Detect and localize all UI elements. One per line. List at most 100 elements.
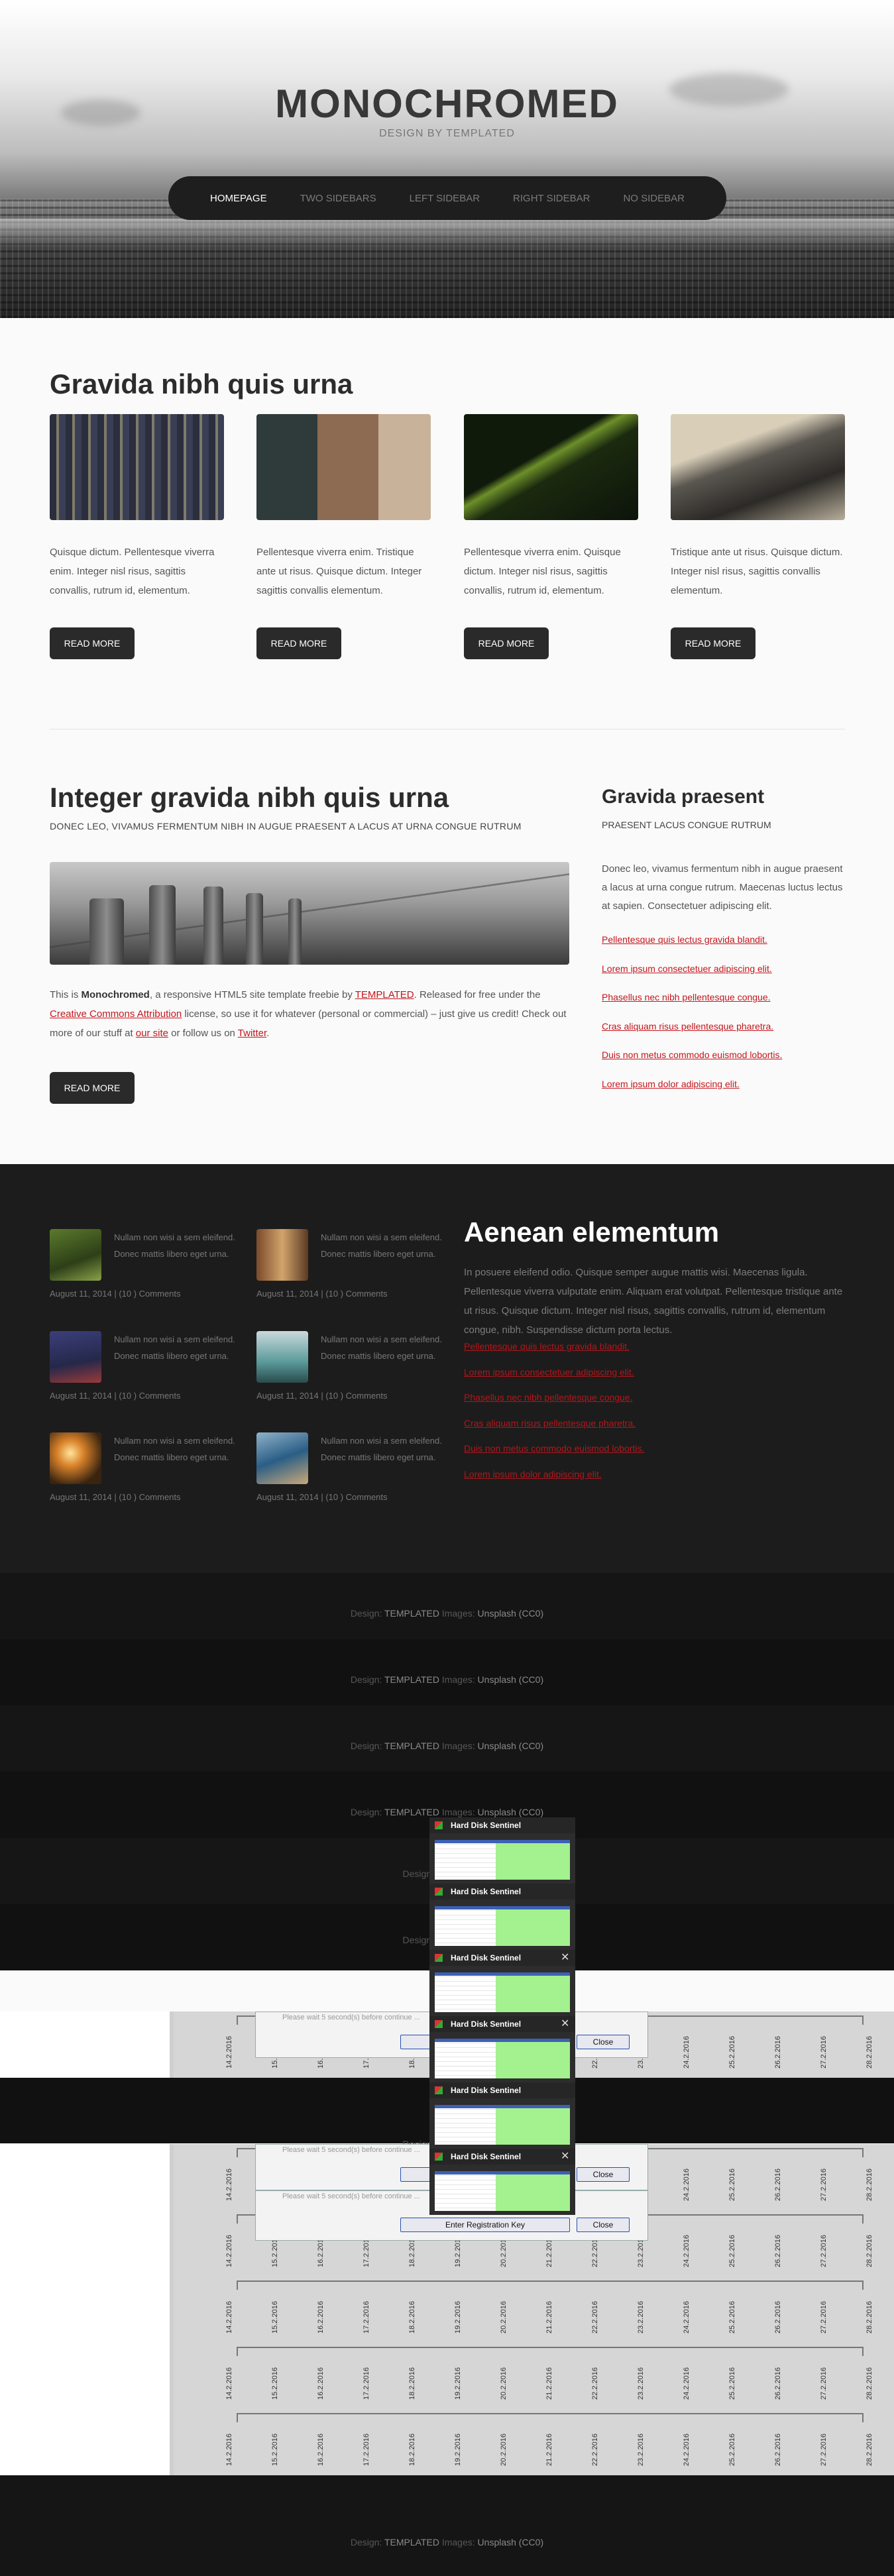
templated-credit-link[interactable]: TEMPLATED bbox=[384, 1608, 439, 1619]
hds-preview-thumbnail[interactable] bbox=[435, 2105, 570, 2145]
read-more-button[interactable]: READ MORE bbox=[671, 627, 755, 659]
enter-registration-key-button[interactable]: Enter Registration Key bbox=[400, 2218, 570, 2232]
sidebar-link[interactable]: Lorem ipsum dolor adipiscing elit. bbox=[602, 1079, 740, 1089]
license-link[interactable]: Creative Commons Attribution bbox=[50, 1008, 182, 1020]
timeline-date: 26.2.2016 bbox=[774, 2169, 782, 2201]
hds-preview-thumbnail[interactable] bbox=[435, 1840, 570, 1880]
feature-text: Pellentesque viverra enim. Quisque dictu… bbox=[464, 547, 621, 596]
sidebar-link[interactable]: Duis non metus commodo euismod lobortis. bbox=[602, 1049, 782, 1060]
dark-link[interactable]: Lorem ipsum consectetuer adipiscing elit… bbox=[464, 1367, 634, 1377]
timeline-date: 18.2.2016 bbox=[408, 2301, 416, 2334]
post-meta: August 11, 2014 | (10 ) Comments bbox=[50, 1492, 181, 1502]
templated-credit-link[interactable]: TEMPLATED bbox=[384, 2537, 439, 2548]
unsplash-credit-link[interactable]: Unsplash (CC0) bbox=[478, 1741, 544, 1751]
timeline-date: 24.2.2016 bbox=[683, 2434, 691, 2466]
close-icon[interactable]: ✕ bbox=[561, 1951, 569, 1964]
templated-credit-link[interactable]: TEMPLATED bbox=[384, 1741, 439, 1751]
timeline-date: 27.2.2016 bbox=[820, 2301, 828, 2334]
timeline-left-pane bbox=[0, 2277, 174, 2343]
timeline-date: 24.2.2016 bbox=[683, 2169, 691, 2201]
hds-preview-thumbnail[interactable] bbox=[435, 2171, 570, 2211]
post-thumb-cablecar[interactable] bbox=[256, 1331, 308, 1383]
timeline-date: 14.2.2016 bbox=[225, 2235, 233, 2267]
close-icon[interactable]: ✕ bbox=[561, 2017, 569, 2030]
timeline-date: 21.2.2016 bbox=[545, 2301, 553, 2334]
templated-credit-link[interactable]: TEMPLATED bbox=[384, 1807, 439, 1817]
dark-link[interactable]: Duis non metus commodo euismod lobortis. bbox=[464, 1443, 644, 1454]
nav-item-no-sidebar[interactable]: NO SIDEBAR bbox=[606, 193, 701, 204]
hds-window[interactable]: Hard Disk Sentinel bbox=[429, 2082, 575, 2149]
feature-image-rails[interactable] bbox=[671, 414, 845, 520]
site-title[interactable]: MONOCHROMED bbox=[0, 81, 894, 127]
hds-window[interactable]: Hard Disk Sentinel ✕ bbox=[429, 2149, 575, 2215]
timeline-date: 24.2.2016 bbox=[683, 2301, 691, 2334]
unsplash-credit-link[interactable]: Unsplash (CC0) bbox=[478, 1807, 544, 1817]
post-thumb-alley[interactable] bbox=[256, 1229, 308, 1281]
sidebar-link[interactable]: Phasellus nec nibh pellentesque congue. bbox=[602, 992, 771, 1002]
hds-preview-thumbnail[interactable] bbox=[435, 1972, 570, 2012]
read-more-button[interactable]: READ MORE bbox=[464, 627, 549, 659]
sidebar-link[interactable]: Lorem ipsum consectetuer adipiscing elit… bbox=[602, 963, 772, 974]
dark-link[interactable]: Pellentesque quis lectus gravida blandit… bbox=[464, 1341, 630, 1352]
close-button[interactable]: Close bbox=[577, 2035, 630, 2049]
dark-link[interactable]: Phasellus nec nibh pellentesque congue. bbox=[464, 1392, 633, 1403]
sidebar-link-item: Lorem ipsum consectetuer adipiscing elit… bbox=[602, 963, 782, 993]
close-button[interactable]: Close bbox=[577, 2218, 630, 2232]
dark-link[interactable]: Lorem ipsum dolor adipiscing elit. bbox=[464, 1469, 602, 1479]
post-thumb-forest[interactable] bbox=[50, 1229, 101, 1281]
feature-text: Quisque dictum. Pellentesque viverra eni… bbox=[50, 547, 215, 596]
features-title: Gravida nibh quis urna bbox=[50, 368, 353, 400]
nav-item-two-sidebars[interactable]: TWO SIDEBARS bbox=[284, 193, 393, 204]
feature-image-grass[interactable] bbox=[464, 414, 638, 520]
dialog-wait-text: Please wait 5 second(s) before continue … bbox=[282, 2146, 420, 2154]
close-icon[interactable]: ✕ bbox=[561, 2149, 569, 2163]
post-thumb-coast[interactable] bbox=[256, 1432, 308, 1484]
nav-item-left-sidebar[interactable]: LEFT SIDEBAR bbox=[393, 193, 496, 204]
feature-image-street[interactable] bbox=[256, 414, 431, 520]
timeline-row: 14.2.2016 15.2.2016 16.2.2016 17.2.2016 18.2… bbox=[0, 2409, 894, 2475]
post-text: Nullam non wisi a sem eleifend. Donec ma… bbox=[321, 1334, 442, 1361]
unsplash-credit-link[interactable]: Unsplash (CC0) bbox=[478, 1674, 544, 1685]
feature-image-building[interactable] bbox=[50, 414, 224, 520]
dark-link-item: Lorem ipsum dolor adipiscing elit. bbox=[464, 1469, 644, 1495]
our-site-link[interactable]: our site bbox=[136, 1028, 168, 1039]
read-more-button[interactable]: READ MORE bbox=[256, 627, 341, 659]
templated-credit-link[interactable]: TEMPLATED bbox=[384, 1674, 439, 1685]
sidebar-link[interactable]: Pellentesque quis lectus gravida blandit… bbox=[602, 934, 767, 945]
hds-window[interactable]: Hard Disk Sentinel ✕ bbox=[429, 2016, 575, 2082]
footer-credit: Design: TEMPLATED Images: Unsplash (CC0) bbox=[0, 1674, 894, 1685]
dark-link[interactable]: Cras aliquam risus pellentesque pharetra… bbox=[464, 1418, 636, 1428]
nav-item-homepage[interactable]: HOMEPAGE bbox=[194, 193, 284, 204]
read-more-button[interactable]: READ MORE bbox=[50, 1072, 135, 1104]
hds-window[interactable]: Hard Disk Sentinel bbox=[429, 1884, 575, 1950]
post-text: Nullam non wisi a sem eleifend. Donec ma… bbox=[114, 1232, 235, 1259]
post-thumb-sunset[interactable] bbox=[50, 1432, 101, 1484]
main-body-text: This is Monochromed, a responsive HTML5 … bbox=[50, 985, 569, 1043]
main-body-bold: Monochromed bbox=[81, 989, 150, 1000]
hds-preview-thumbnail[interactable] bbox=[435, 1906, 570, 1946]
sidebar-link-item: Duis non metus commodo euismod lobortis. bbox=[602, 1049, 782, 1079]
sidebar-link[interactable]: Cras aliquam risus pellentesque pharetra… bbox=[602, 1021, 773, 1032]
timeline-date-labels: 14.2.2016 15.2.2016 16.2.2016 17.2.2016 18.2… bbox=[225, 2426, 875, 2466]
timeline-date: 19.2.2016 bbox=[454, 2301, 462, 2334]
sidebar-subtitle: PRAESENT LACUS CONGUE RUTRUM bbox=[602, 820, 771, 830]
templated-link[interactable]: TEMPLATED bbox=[355, 989, 414, 1000]
hds-window[interactable]: Hard Disk Sentinel ✕ bbox=[429, 1950, 575, 2016]
timeline-date: 25.2.2016 bbox=[728, 2367, 736, 2400]
timeline-date: 28.2.2016 bbox=[866, 2036, 873, 2068]
main-nav: HOMEPAGE TWO SIDEBARS LEFT SIDEBAR RIGHT… bbox=[168, 176, 726, 220]
post-thumb-person[interactable] bbox=[50, 1331, 101, 1383]
hds-preview-thumbnail[interactable] bbox=[435, 2039, 570, 2078]
main-body-part: or follow us on bbox=[168, 1028, 238, 1039]
close-button[interactable]: Close bbox=[577, 2167, 630, 2182]
fence-image[interactable] bbox=[50, 862, 569, 965]
unsplash-credit-link[interactable]: Unsplash (CC0) bbox=[478, 1608, 544, 1619]
post-meta: August 11, 2014 | (10 ) Comments bbox=[256, 1391, 388, 1401]
hds-window[interactable]: Hard Disk Sentinel bbox=[429, 1817, 575, 1884]
unsplash-credit-link[interactable]: Unsplash (CC0) bbox=[478, 2537, 544, 2548]
twitter-link[interactable]: Twitter bbox=[238, 1028, 266, 1039]
read-more-button[interactable]: READ MORE bbox=[50, 627, 135, 659]
timeline-date: 16.2.2016 bbox=[317, 2434, 325, 2466]
nav-item-right-sidebar[interactable]: RIGHT SIDEBAR bbox=[496, 193, 606, 204]
timeline-row: 14.2.2016 15.2.2016 16.2.2016 17.2.2016 18.2… bbox=[0, 2343, 894, 2409]
